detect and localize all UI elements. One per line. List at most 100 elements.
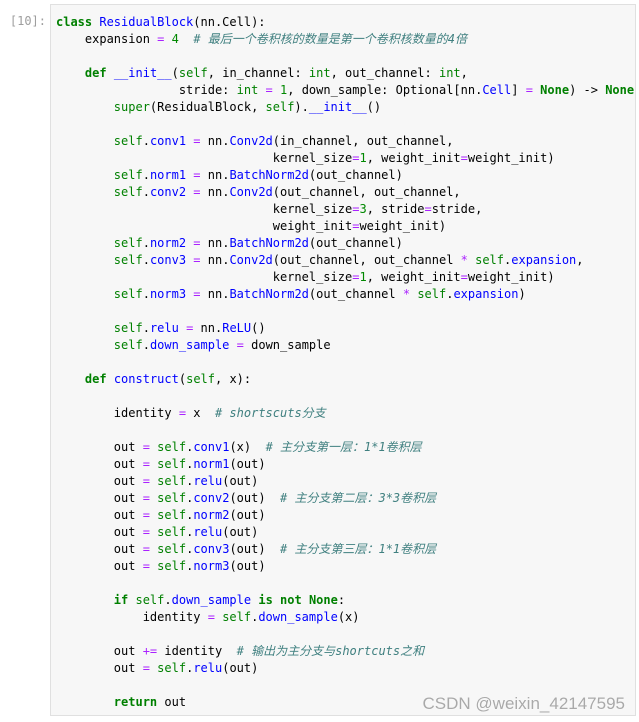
code-line: self.relu = nn.ReLU() (56, 320, 635, 337)
code-token: # 主分支第三层：1*1卷积层 (280, 542, 437, 556)
code-token: relu (149, 321, 179, 335)
code-token: nn. (200, 287, 230, 301)
code-token: (out) (229, 542, 281, 556)
code-token: = (193, 185, 201, 199)
code-token: = (236, 338, 244, 352)
code-token: ). (294, 100, 309, 114)
code-line: stride: int = 1, down_sample: Optional[n… (56, 82, 635, 99)
code-token: norm3 (149, 287, 187, 301)
code-token: x (186, 406, 215, 420)
code-token: out (56, 661, 143, 675)
code-token: self (113, 338, 143, 352)
code-token: = (424, 202, 432, 216)
code-token: out (56, 457, 143, 471)
code-token: BatchNorm2d (229, 287, 309, 301)
code-line: self.down_sample = down_sample (56, 337, 635, 354)
code-token: conv2 (149, 185, 187, 199)
code-token: self (417, 287, 447, 301)
code-token: = (142, 559, 150, 573)
code-token: . (142, 321, 150, 335)
code-token: self (113, 236, 143, 250)
code-token: . (142, 185, 150, 199)
code-token: out (56, 508, 143, 522)
code-token: # 主分支第一层：1*1卷积层 (265, 440, 422, 454)
code-token: (out) (229, 508, 266, 522)
code-token: self (157, 491, 187, 505)
code-token: self (222, 610, 252, 624)
code-token: self (157, 474, 187, 488)
code-token: BatchNorm2d (229, 168, 309, 182)
code-token: : (337, 593, 346, 607)
code-token: (out) (222, 525, 259, 539)
code-token: # 主分支第二层：3*3卷积层 (280, 491, 437, 505)
code-line: super(ResidualBlock, self).__init__() (56, 99, 635, 116)
code-token: . (142, 338, 150, 352)
code-token: identity (56, 406, 179, 420)
code-token: = (193, 168, 201, 182)
code-token: = (193, 287, 201, 301)
code-token: = (142, 457, 150, 471)
notebook: [10]: class ResidualBlock(nn.Cell): expa… (0, 0, 639, 722)
code-token: stride, (431, 202, 483, 216)
code-token: 1 (359, 270, 367, 284)
code-token: conv3 (149, 253, 187, 267)
code-token: # shortscuts分支 (214, 406, 326, 420)
code-token: norm1 (149, 168, 187, 182)
code-token: self (157, 457, 187, 471)
code-token: ReLU (222, 321, 252, 335)
code-editor[interactable]: class ResidualBlock(nn.Cell): expansion … (51, 5, 635, 711)
code-token: , in_channel: (207, 66, 309, 80)
code-token: relu (193, 661, 223, 675)
code-token: , stride (366, 202, 425, 216)
code-token: class (56, 15, 93, 29)
code-token: . (142, 168, 150, 182)
code-token: super (113, 100, 150, 114)
code-line: def __init__(self, in_channel: int, out_… (56, 65, 635, 82)
code-token: (out_channel, out_channel (272, 253, 461, 267)
code-token: # 输出为主分支与shortcuts之和 (236, 644, 425, 658)
code-token: conv2 (193, 491, 230, 505)
code-token: down_sample (171, 593, 252, 607)
code-line: out = self.norm2(out) (56, 507, 635, 524)
cell-prompt: [10]: (9, 14, 46, 28)
code-token: self (475, 253, 505, 267)
code-cell[interactable]: class ResidualBlock(nn.Cell): expansion … (50, 4, 636, 716)
code-token: * (460, 253, 468, 267)
code-token: 1 (359, 151, 367, 165)
code-token: . (142, 287, 150, 301)
code-token: (out_channel) (308, 168, 403, 182)
code-token: () (251, 321, 266, 335)
code-token: , x): (215, 372, 252, 386)
code-token: norm2 (149, 236, 187, 250)
code-token: , (460, 66, 468, 80)
code-token: (out) (222, 661, 259, 675)
code-token: 4 (171, 32, 179, 46)
code-token: = (142, 525, 150, 539)
code-token: (out) (229, 491, 281, 505)
code-token: weight_init) (467, 151, 555, 165)
code-token: norm1 (193, 457, 230, 471)
code-token: , weight_init (366, 270, 461, 284)
code-token: ResidualBlock (99, 15, 194, 29)
code-token: self (113, 253, 143, 267)
code-token: = (142, 508, 150, 522)
code-token: = (193, 253, 201, 267)
code-token: = (142, 542, 150, 556)
code-token: ) (518, 287, 526, 301)
code-token: = (265, 83, 273, 97)
code-token: self (113, 168, 143, 182)
code-token: BatchNorm2d (229, 236, 309, 250)
code-token: nn. (200, 185, 230, 199)
code-token: self (157, 559, 187, 573)
code-token: kernel_size (56, 270, 353, 284)
code-token: (ResidualBlock, (149, 100, 266, 114)
code-token: = (207, 610, 215, 624)
